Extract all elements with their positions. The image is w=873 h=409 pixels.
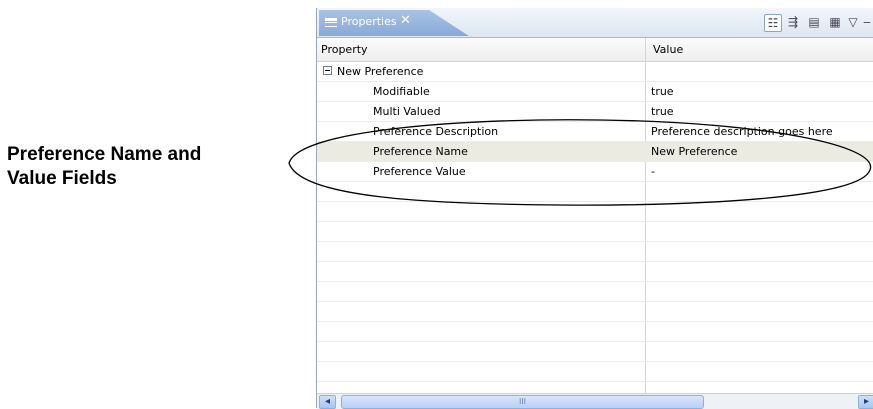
scroll-right-icon[interactable]: ▸: [858, 395, 873, 409]
empty-row: [317, 262, 873, 282]
empty-row: [317, 222, 873, 242]
minimize-icon[interactable]: ‒: [859, 14, 873, 30]
properties-icon: [325, 18, 337, 28]
show-advanced-icon[interactable]: ⇶: [785, 14, 801, 30]
property-name: Preference Name: [373, 145, 468, 158]
annotation-line-1: Preference Name and: [7, 144, 202, 165]
empty-row: [317, 182, 873, 202]
close-icon[interactable]: ✕: [400, 14, 411, 28]
scroll-left-icon[interactable]: ◂: [319, 395, 336, 409]
table-row[interactable]: Preference Value -: [317, 162, 873, 182]
table-row[interactable]: Preference Description Preference descri…: [317, 122, 873, 142]
empty-row: [317, 242, 873, 262]
empty-row: [317, 302, 873, 322]
collapse-icon[interactable]: [323, 66, 332, 75]
scrollbar-thumb[interactable]: III: [341, 395, 704, 409]
view-tab-bar: Properties ✕ ☷ ⇶ ▤ ▦ ▽ ‒: [317, 8, 873, 38]
empty-row: [317, 282, 873, 302]
annotation-callout: Preference Name and Value Fields: [7, 143, 287, 191]
table-row[interactable]: New Preference: [317, 62, 873, 82]
empty-row: [317, 362, 873, 382]
annotation-line-2: Value Fields: [7, 168, 117, 189]
empty-row: [317, 202, 873, 222]
property-name: Modifiable: [373, 85, 430, 98]
property-name: Multi Valued: [373, 105, 441, 118]
property-value[interactable]: true: [651, 105, 674, 118]
filter-icon[interactable]: ▦: [827, 14, 843, 30]
table-header: Property Value: [317, 38, 873, 62]
property-name: New Preference: [337, 65, 424, 78]
show-categories-icon[interactable]: ☷: [764, 14, 782, 32]
horizontal-scrollbar[interactable]: ◂ III ▸: [317, 393, 873, 409]
property-value[interactable]: Preference description goes here: [651, 125, 833, 138]
table-row[interactable]: Multi Valued true: [317, 102, 873, 122]
tab-label: Properties: [341, 15, 397, 28]
table-row[interactable]: Modifiable true: [317, 82, 873, 102]
property-value[interactable]: -: [651, 165, 655, 178]
column-header-property[interactable]: Property: [321, 43, 368, 56]
property-name: Preference Description: [373, 125, 499, 138]
property-name: Preference Value: [373, 165, 466, 178]
column-header-value[interactable]: Value: [653, 43, 683, 56]
restore-default-icon[interactable]: ▤: [806, 14, 822, 30]
empty-row: [317, 342, 873, 362]
property-value[interactable]: true: [651, 85, 674, 98]
empty-row: [317, 322, 873, 342]
tab-properties[interactable]: Properties ✕: [319, 10, 469, 36]
property-value[interactable]: New Preference: [651, 145, 737, 158]
table-row-selected[interactable]: Preference Name New Preference: [317, 142, 873, 162]
properties-view: Properties ✕ ☷ ⇶ ▤ ▦ ▽ ‒ Property Value …: [316, 8, 873, 409]
